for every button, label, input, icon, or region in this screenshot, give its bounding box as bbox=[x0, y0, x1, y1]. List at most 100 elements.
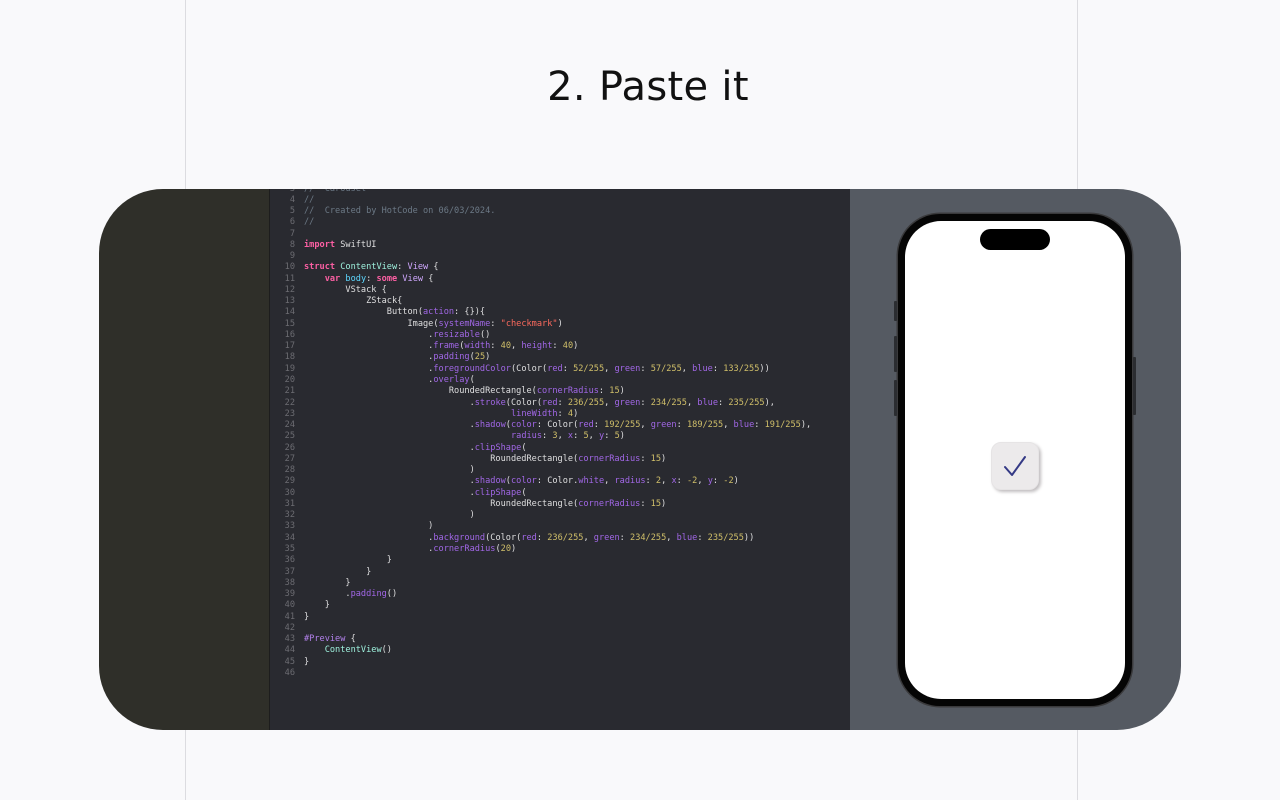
code-token: . bbox=[304, 589, 351, 600]
code-token: 236/255 bbox=[567, 397, 605, 408]
code-text: } bbox=[304, 567, 371, 578]
code-token: . bbox=[304, 329, 434, 340]
code-token: padding bbox=[350, 589, 387, 600]
code-line: 24 .shadow(color: Color(red: 192/255, gr… bbox=[270, 420, 812, 431]
code-token: foregroundColor bbox=[433, 363, 511, 374]
code-token: Image( bbox=[304, 318, 439, 329]
code-token: SwiftUI bbox=[335, 239, 377, 250]
code-token: : bbox=[562, 363, 574, 374]
code-line: 23 lineWidth: 4) bbox=[270, 409, 811, 420]
code-token: struct bbox=[304, 262, 336, 273]
code-token: red bbox=[547, 363, 563, 374]
code-text: // Created by HotCode on 06/03/2024. bbox=[304, 206, 495, 217]
code-token: ) bbox=[557, 318, 563, 329]
code-token: . bbox=[304, 420, 475, 431]
code-token: { bbox=[345, 634, 356, 645]
code-line: 25 radius: 3, x: 5, y: 5) bbox=[270, 431, 811, 442]
code-token: 20 bbox=[500, 544, 511, 554]
code-token: , bbox=[723, 420, 734, 431]
code-line: 10 struct ContentView: View { bbox=[270, 262, 811, 273]
code-token: green bbox=[650, 420, 677, 431]
code-line: 36 } bbox=[270, 555, 811, 566]
code-text: .cornerRadius(20) bbox=[304, 544, 516, 555]
code-token: shadow bbox=[474, 476, 506, 487]
code-token: ) bbox=[485, 352, 491, 363]
code-token: ) bbox=[733, 476, 739, 487]
code-line: 13 ZStack{ bbox=[270, 296, 811, 307]
code-token: some bbox=[376, 273, 398, 284]
code-lines: 3// Carousel4//5// Created by HotCode on… bbox=[270, 189, 812, 679]
code-text: Image(systemName: "checkmark") bbox=[304, 318, 563, 330]
code-line: 4 // bbox=[270, 195, 811, 206]
code-token: stroke bbox=[474, 397, 506, 408]
code-token: action bbox=[423, 307, 455, 318]
code-token: : bbox=[490, 318, 501, 329]
code-text: .resizable() bbox=[304, 330, 490, 341]
code-token: ), bbox=[800, 420, 812, 431]
code-token: : bbox=[718, 397, 729, 408]
code-token: // Created by HotCode on 06/03/2024. bbox=[304, 206, 496, 217]
code-text: import SwiftUI bbox=[304, 240, 376, 251]
code-line: 8 import SwiftUI bbox=[270, 240, 811, 251]
dynamic-island bbox=[980, 229, 1050, 250]
code-text: .clipShape( bbox=[304, 443, 527, 454]
code-token: } bbox=[304, 656, 310, 667]
line-number: 15 bbox=[284, 318, 295, 329]
code-token: , bbox=[604, 363, 615, 374]
code-token: ) bbox=[573, 408, 579, 419]
code-token: blue bbox=[692, 363, 713, 374]
code-token: VStack { bbox=[304, 284, 387, 295]
code-token: : bbox=[640, 363, 651, 374]
code-line: 28 ) bbox=[270, 465, 811, 476]
line-number: 11 bbox=[284, 273, 295, 284]
code-token: ) bbox=[304, 465, 475, 476]
line-number: 24 bbox=[284, 420, 295, 431]
code-line: 44 ContentView() bbox=[270, 645, 811, 656]
code-token: . bbox=[304, 442, 475, 453]
code-token: : bbox=[490, 341, 501, 352]
code-token: : bbox=[598, 386, 610, 397]
code-token: : bbox=[542, 431, 553, 442]
code-line: 22 .stroke(Color(red: 236/255, green: 23… bbox=[270, 398, 811, 409]
code-editor[interactable]: 3// Carousel4//5// Created by HotCode on… bbox=[270, 189, 850, 730]
code-line: 19 .foregroundColor(Color(red: 52/255, g… bbox=[270, 364, 811, 375]
checkmark-button[interactable] bbox=[991, 442, 1039, 490]
code-token: 15 bbox=[650, 498, 662, 509]
code-token: radius bbox=[614, 476, 646, 487]
line-number: 33 bbox=[284, 521, 295, 532]
code-token: : bbox=[676, 476, 687, 487]
code-token: )) bbox=[759, 363, 770, 374]
code-token: } bbox=[304, 555, 392, 566]
line-number: 35 bbox=[284, 544, 295, 554]
code-token: , bbox=[557, 431, 568, 442]
code-token: () bbox=[381, 645, 392, 656]
code-text: } bbox=[304, 578, 350, 589]
code-token: . bbox=[304, 544, 434, 554]
code-token: , bbox=[511, 341, 522, 352]
code-token: -2 bbox=[687, 476, 698, 487]
code-token: resizable bbox=[433, 329, 480, 340]
code-line: 37 } bbox=[270, 567, 811, 578]
code-token: ), bbox=[764, 397, 775, 408]
code-token: . bbox=[304, 375, 434, 386]
code-token: : bbox=[397, 262, 408, 273]
code-token: ) bbox=[661, 453, 667, 464]
code-token: red bbox=[542, 397, 558, 408]
code-token: 57/255 bbox=[650, 363, 682, 374]
code-token: : bbox=[552, 341, 563, 352]
code-line: 11 var body: some View { bbox=[270, 274, 811, 285]
code-token: green bbox=[614, 363, 641, 374]
code-token: 15 bbox=[609, 386, 620, 397]
line-number: 43 bbox=[284, 634, 295, 645]
code-text: .padding() bbox=[304, 589, 397, 600]
line-number: 22 bbox=[284, 397, 295, 408]
code-token: RoundedRectangle( bbox=[304, 386, 537, 397]
line-number: 38 bbox=[284, 577, 295, 588]
code-token: cornerRadius bbox=[578, 453, 641, 464]
code-line: 26 .clipShape( bbox=[270, 443, 811, 454]
code-token: : bbox=[640, 453, 651, 464]
line-number: 19 bbox=[284, 363, 295, 374]
code-token: ) bbox=[304, 510, 475, 521]
navigator-sidebar bbox=[99, 189, 270, 730]
